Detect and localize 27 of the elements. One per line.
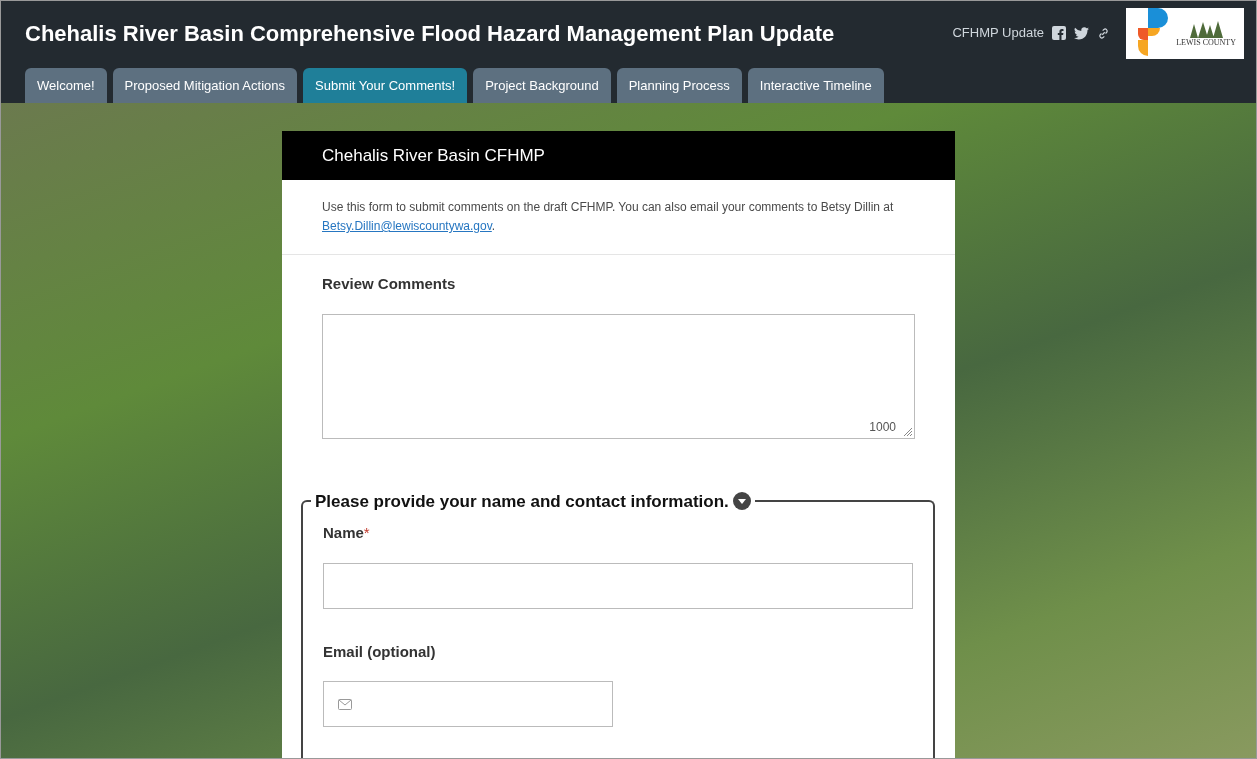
collapse-caret-icon[interactable] [732,492,751,511]
nav-tab[interactable]: Submit Your Comments! [303,68,468,103]
site-title: Chehalis River Basin Comprehensive Flood Hazard Management Plan Update [25,19,835,48]
form-title: Chehalis River Basin CFHMP [322,144,545,167]
form-intro: Use this form to submit comments on the draft CFHMP. You can also email your comments to Betsy Dillin at Betsy.Dillin@lewiscountywa.gov. [282,180,955,255]
twitter-icon[interactable] [1074,26,1089,40]
nav-tab[interactable]: Planning Process [616,68,742,103]
short-title: CFHMP Update [952,24,1044,43]
field-label: Email (optional) [323,641,436,662]
fieldset-legend: Please provide your name and contact information. [315,488,729,514]
nav-tab[interactable]: Interactive Timeline [747,68,884,103]
facebook-icon[interactable] [1052,26,1066,40]
link-icon[interactable] [1097,26,1110,40]
field-label: Review Comments [322,274,457,294]
required-asterisk: * [363,523,370,543]
field-label: Name [323,523,364,543]
text-input-field[interactable] [323,562,913,609]
email-input-field[interactable] [323,681,613,727]
resize-handle-icon[interactable] [903,426,913,437]
nav-tab[interactable]: Welcome! [25,68,107,103]
nav-tab[interactable]: Project Background [473,68,611,103]
mail-icon [338,698,352,710]
nav-tab[interactable]: Proposed Mitigation Actions [112,68,297,103]
email-link[interactable]: Betsy.Dillin@lewiscountywa.gov [322,219,492,233]
character-counter: 1000 [869,418,896,436]
logo-text: LEWIS COUNTY [1176,37,1236,47]
comments-textarea[interactable]: 1000 [322,313,915,439]
